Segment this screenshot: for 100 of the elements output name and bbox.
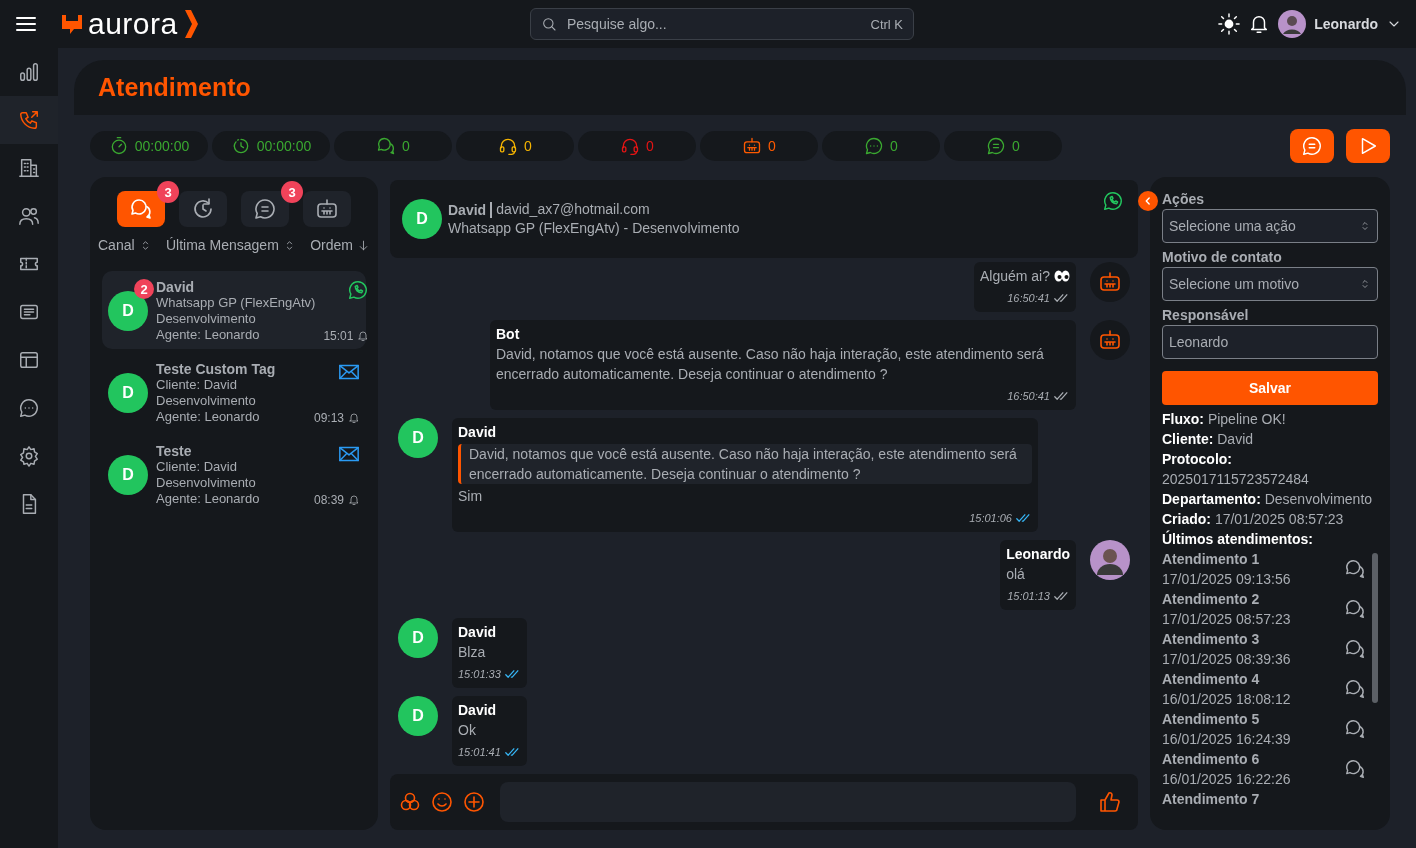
thumbs-up-icon[interactable] bbox=[1098, 790, 1122, 814]
chats-icon[interactable] bbox=[1344, 638, 1366, 660]
info-line: Cliente: David bbox=[1162, 430, 1255, 449]
history-item-date: 17/01/2025 09:13:56 bbox=[1162, 570, 1292, 589]
building-icon[interactable] bbox=[18, 157, 40, 179]
search-icon bbox=[541, 16, 557, 32]
sort-button[interactable]: Canal bbox=[98, 237, 152, 253]
eyes-icon bbox=[1054, 270, 1070, 282]
contact-name: David bbox=[156, 279, 196, 295]
history-item-title[interactable]: Atendimento 7 bbox=[1162, 789, 1372, 809]
field-label: Ações bbox=[1162, 190, 1206, 209]
contact-avatar: D bbox=[108, 373, 148, 413]
filter-tab[interactable] bbox=[117, 191, 165, 227]
search-bar[interactable]: Pesquise algo... Ctrl K bbox=[530, 8, 914, 40]
sort-icon bbox=[1359, 278, 1371, 290]
history-item-title[interactable]: Atendimento 2 bbox=[1162, 589, 1344, 609]
logo-icon bbox=[62, 13, 82, 35]
whatsapp-icon bbox=[347, 279, 370, 301]
sort-button[interactable]: Última Mensagem bbox=[166, 237, 296, 253]
chats-icon[interactable] bbox=[1344, 718, 1366, 740]
info-line: Fluxo: Pipeline OK! bbox=[1162, 410, 1287, 429]
filter-tab[interactable] bbox=[303, 191, 351, 227]
message-sender: David bbox=[458, 701, 498, 720]
history-item-date: 16/01/2025 18:08:12 bbox=[1162, 690, 1292, 709]
conversation-detail: Cliente: David bbox=[156, 459, 238, 475]
search-field[interactable]: Pesquise algo... bbox=[565, 15, 863, 33]
history-item-title[interactable]: Atendimento 1 bbox=[1162, 549, 1344, 569]
message-time: 16:50:41 bbox=[1007, 389, 1050, 404]
history-icon bbox=[191, 197, 215, 221]
user-name[interactable]: Leonardo bbox=[1314, 16, 1378, 32]
chats-icon[interactable] bbox=[1344, 758, 1366, 780]
bell-icon[interactable] bbox=[357, 330, 370, 342]
filter-tab[interactable] bbox=[179, 191, 227, 227]
robot-icon bbox=[315, 197, 339, 221]
stat-value: 0 bbox=[768, 138, 776, 154]
nav-item[interactable] bbox=[0, 96, 58, 144]
stat-value: 0 bbox=[524, 138, 532, 154]
contact-avatar: D bbox=[402, 199, 442, 239]
message-text: David, notamos que você está ausente. Caso não haja interação, este atendimento será encerrado automaticamente. Deseja continuar o atendimento ? bbox=[496, 345, 1045, 384]
robot-avatar bbox=[1090, 320, 1130, 360]
message-text: Ok bbox=[458, 721, 476, 740]
contact-name: Teste Custom Tag bbox=[156, 361, 277, 377]
message-sender: Bot bbox=[496, 325, 521, 344]
contact-avatar: D bbox=[398, 418, 438, 458]
stat-value: 0 bbox=[646, 138, 654, 154]
chats-icon[interactable] bbox=[1344, 558, 1366, 580]
count-badge: 3 bbox=[281, 181, 303, 203]
gear-icon[interactable] bbox=[18, 445, 40, 467]
layout-icon[interactable] bbox=[18, 349, 40, 371]
field-label: Responsável bbox=[1162, 306, 1250, 325]
history-item-date: 16/01/2025 16:22:26 bbox=[1162, 770, 1292, 789]
chats-icon[interactable] bbox=[1344, 598, 1366, 620]
message-time: 15:01:41 bbox=[458, 745, 501, 760]
conversation-item[interactable]: D Teste Cliente: David Desenvolvimento Agente: Leonardo 08:39 bbox=[102, 435, 366, 513]
history-item-title[interactable]: Atendimento 4 bbox=[1162, 669, 1344, 689]
brand-name: aurora bbox=[88, 8, 178, 40]
user-avatar[interactable] bbox=[1278, 10, 1307, 38]
play-button[interactable] bbox=[1346, 129, 1390, 163]
message-time: 15:01:33 bbox=[458, 667, 501, 682]
phone-icon[interactable] bbox=[18, 109, 40, 131]
sort-icon bbox=[1359, 220, 1371, 232]
chat-button[interactable] bbox=[1290, 129, 1334, 163]
message-time: 15:01:06 bbox=[969, 511, 1012, 526]
history-title: Últimos atendimentos: bbox=[1162, 529, 1314, 549]
chats-icon[interactable] bbox=[1344, 678, 1366, 700]
robot-avatar bbox=[1090, 262, 1130, 302]
conversation-detail: Desenvolvimento bbox=[156, 393, 257, 409]
conversation-time: 08:39 bbox=[313, 493, 344, 507]
stat-value: 0 bbox=[402, 138, 410, 154]
contact-name: David bbox=[448, 201, 493, 218]
sun-icon[interactable] bbox=[1218, 13, 1241, 35]
filter-tab[interactable] bbox=[241, 191, 289, 227]
message-text: olá bbox=[1006, 565, 1025, 584]
select-field[interactable]: Selecione um motivo bbox=[1162, 267, 1378, 301]
conversation-detail: Desenvolvimento bbox=[156, 475, 257, 491]
chat-dots-icon[interactable] bbox=[18, 397, 40, 419]
conversation-time: 09:13 bbox=[313, 411, 344, 425]
message-sender: David bbox=[458, 423, 498, 442]
message-text: Sim bbox=[458, 487, 483, 506]
channel-info: Whatsapp GP (FlexEngAtv) - Desenvolvimento bbox=[448, 219, 740, 238]
history-item-title[interactable]: Atendimento 6 bbox=[1162, 749, 1344, 769]
conversation-detail: Cliente: David bbox=[156, 377, 238, 393]
users-icon[interactable] bbox=[18, 205, 40, 227]
bell-icon[interactable] bbox=[348, 494, 360, 506]
conversation-item[interactable]: D Teste Custom Tag Cliente: David Desenvolvimento Agente: Leonardo 09:13 bbox=[102, 353, 366, 431]
history-item-title[interactable]: Atendimento 5 bbox=[1162, 709, 1344, 729]
collapse-button[interactable] bbox=[1138, 191, 1158, 211]
contact-avatar: D bbox=[398, 618, 438, 658]
chart-icon[interactable] bbox=[18, 61, 40, 83]
history-item-title[interactable]: Atendimento 3 bbox=[1162, 629, 1344, 649]
add-icon[interactable] bbox=[462, 790, 486, 814]
conversation-detail: Agente: Leonardo bbox=[156, 491, 261, 507]
sort-button[interactable]: Ordem bbox=[310, 237, 370, 253]
emoji-icon[interactable] bbox=[430, 790, 454, 814]
text-field[interactable]: Leonardo bbox=[1162, 325, 1378, 359]
message-sender: David bbox=[458, 623, 498, 642]
chat-lines-icon bbox=[1301, 135, 1323, 157]
select-field[interactable]: Selecione uma ação bbox=[1162, 209, 1378, 243]
message-sender: Leonardo bbox=[1006, 545, 1070, 564]
bell-icon[interactable] bbox=[348, 412, 360, 424]
